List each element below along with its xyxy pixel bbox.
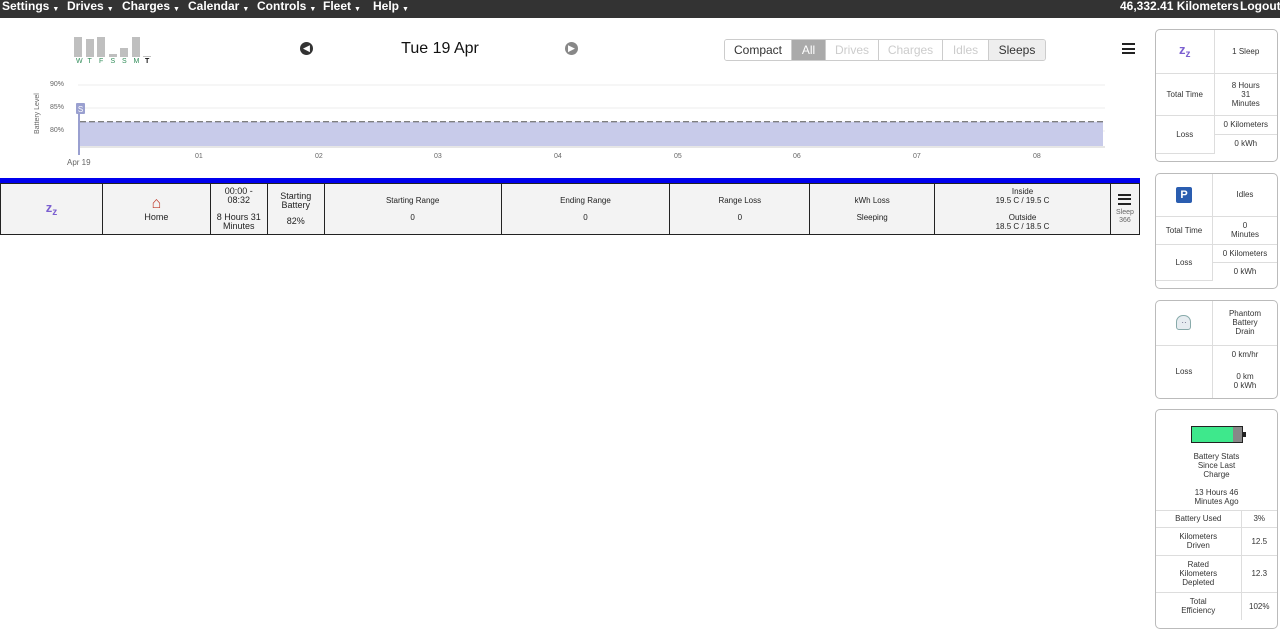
inside-temp-value: 19.5 C / 19.5 C [995,196,1050,205]
starting-range-label: Starting Range [385,196,440,205]
loss-label: Loss [1156,115,1215,154]
efficiency-label: Total Efficiency [1156,592,1242,620]
x-tick-label: 05 [674,153,682,160]
starting-battery-cell: Starting Battery 82% [266,183,325,235]
time-cell: 00:00 - 08:32 8 Hours 31 Minutes [209,183,268,235]
idle-card-title: Idles [1212,174,1277,217]
ending-range-cell: Ending Range 0 [500,183,671,235]
ending-range-label: Ending Range [560,196,611,205]
rated-km-label: Rated Kilometers Depleted [1156,555,1242,593]
parking-icon: P [1175,186,1192,203]
inside-temp-label: Inside [1011,187,1034,196]
battery-fill [1191,427,1233,442]
battery-level-area [80,121,1103,146]
battery-chart-svg: S [76,84,1105,155]
outside-temp-value: 18.5 C / 18.5 C [995,222,1050,231]
loss-label: Loss [1156,244,1213,281]
row-menu-hamburger-icon[interactable] [1118,193,1132,205]
ending-range-value: 0 [583,213,588,222]
sleep-zz-icon: zz [1179,42,1191,61]
total-time-value: 0 Minutes [1212,216,1277,245]
loss-km: 0 Kilometers [1214,115,1277,135]
row-menu-cell[interactable]: Sleep 366 [1109,183,1141,235]
sleep-tag: Sleep [1116,208,1134,216]
phantom-drain-card: ·· Phantom Battery Drain Loss 0 km/hr 0 km… [1155,300,1278,399]
starting-battery-value: 82% [286,216,305,226]
sleep-row-table[interactable]: zz ⌂ Home 00:00 - 08:32 8 Hours 31 Minut… [0,183,1141,235]
time-range: 00:00 - 08:32 [224,186,253,205]
duration: 8 Hours 31 Minutes [216,212,261,231]
total-time-value: 8 Hours 31 Minutes [1214,73,1277,116]
range-loss-cell: Range Loss 0 [669,183,811,235]
phantom-card-title: Phantom Battery Drain [1212,301,1277,346]
battery-used-value: 3% [1241,510,1277,528]
kwh-loss-value: Sleeping [856,213,888,222]
efficiency-value: 102% [1249,601,1270,611]
loss-label: Loss [1156,345,1213,398]
odometer-reading: 46,332.41 Kilometers [1120,0,1239,13]
temperature-cell: Inside 19.5 C / 19.5 C Outside 18.5 C / … [934,183,1111,235]
total-time-label: Total Time [1156,216,1213,245]
km-driven-value: 12.5 [1241,527,1277,556]
loss-km: 0 km [1236,371,1254,381]
battery-stats-card: Battery Stats Since Last Charge 13 Hours… [1155,409,1278,629]
x-tick-label: 08 [1033,153,1041,160]
kwh-loss-label: kWh Loss [854,196,890,205]
sleep-type-cell: zz [0,183,103,235]
sleep-card-title: 1 Sleep [1214,30,1277,74]
km-driven-label: Kilometers Driven [1156,527,1242,556]
x-tick-label: 01 [195,153,203,160]
range-loss-value: 0 [737,213,743,222]
table-row[interactable]: zz ⌂ Home 00:00 - 08:32 8 Hours 31 Minut… [0,183,1141,235]
idle-summary-card: P Idles Total Time 0 Minutes Loss 0 Kilomet… [1155,173,1278,289]
battery-stats-title: Battery Stats Since Last Charge [1193,452,1240,479]
outside-temp-label: Outside [1008,213,1037,222]
since-last-charge: 13 Hours 46 Minutes Ago [1194,488,1239,506]
x-tick-label: 02 [315,153,323,160]
x-tick-label: 07 [913,153,921,160]
battery-level-icon [1190,426,1246,443]
logout-link[interactable]: Logout [1240,0,1280,12]
total-time-label: Total Time [1156,73,1215,116]
starting-range-value: 0 [410,213,415,222]
sleep-summary-card: zz 1 Sleep Total Time 8 Hours 31 Minutes L… [1155,29,1278,162]
loss-rate: 0 km/hr [1231,349,1259,359]
kwh-loss-cell: kWh Loss Sleeping [809,183,936,235]
loss-kwh: 0 kWh [1233,380,1257,390]
battery-used-label: Battery Used [1156,510,1242,528]
location-label: Home [144,212,169,222]
sleep-id: 366 [1119,216,1131,224]
sleep-marker-label: S [78,105,83,114]
range-loss-label: Range Loss [718,196,762,205]
starting-range-cell: Starting Range 0 [323,183,502,235]
home-icon: ⌂ [151,195,162,212]
x-tick-label: 04 [554,153,562,160]
sleep-zz-icon: zz [45,200,58,218]
x-tick-label: 06 [793,153,801,160]
x-tick-label: Apr 19 [67,158,91,167]
ghost-icon: ·· [1176,315,1192,331]
loss-kwh: 0 kWh [1234,139,1258,149]
starting-battery-label: Starting Battery [280,191,312,210]
loss-km: 0 Kilometers [1212,244,1277,263]
x-tick-label: 03 [434,153,442,160]
rated-km-value: 12.3 [1241,555,1277,593]
location-cell: ⌂ Home [101,183,211,235]
loss-kwh: 0 kWh [1233,266,1257,276]
